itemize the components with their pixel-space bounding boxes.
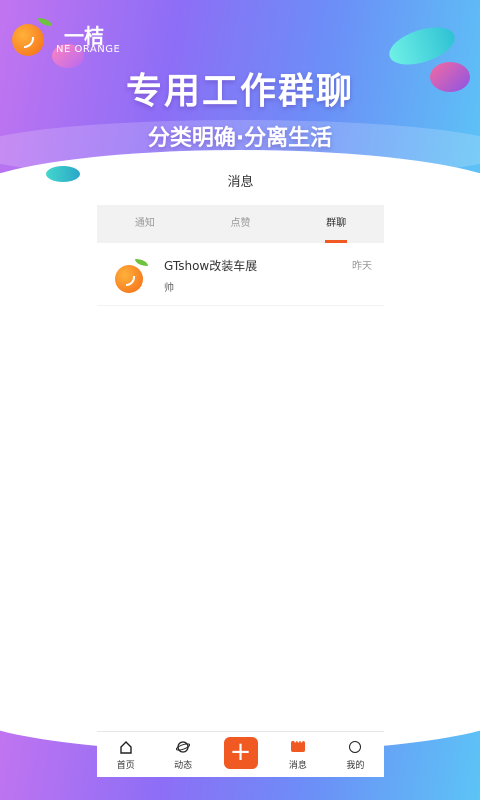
- nav-label: 我的: [346, 761, 365, 771]
- nav-label: 消息: [288, 761, 307, 771]
- leaf-icon: [135, 259, 148, 266]
- orange-icon: [12, 24, 44, 56]
- list-item[interactable]: GTshow改装车展 昨天 帅: [97, 243, 384, 306]
- page-title: 消息: [227, 175, 254, 190]
- tab-notifications[interactable]: 通知: [97, 205, 193, 243]
- leaf-icon: [38, 18, 52, 26]
- nav-profile[interactable]: 我的: [327, 732, 384, 777]
- nav-feed[interactable]: 动态: [154, 732, 211, 777]
- logo-subtitle: NE ORANGE: [56, 44, 121, 55]
- message-panel: 消息 通知 点赞 群聊 GTshow改装车展 昨天 帅: [97, 160, 384, 310]
- tab-group-chat[interactable]: 群聊: [288, 205, 384, 243]
- decorative-blob: [46, 166, 80, 182]
- avatar: [115, 259, 149, 293]
- nav-label: 首页: [116, 761, 135, 771]
- chat-preview: 帅: [164, 283, 174, 294]
- nav-add[interactable]: +: [212, 732, 269, 777]
- chat-name: GTshow改装车展: [164, 259, 258, 273]
- message-tabs: 通知 点赞 群聊: [97, 205, 384, 243]
- tab-likes[interactable]: 点赞: [193, 205, 289, 243]
- app-logo: 一桔 NE ORANGE: [12, 18, 124, 58]
- nav-label: 动态: [174, 761, 193, 771]
- profile-icon: [348, 740, 362, 754]
- banner-headline: 专用工作群聊: [125, 71, 354, 112]
- add-button[interactable]: +: [223, 737, 258, 769]
- orange-icon: [115, 265, 143, 293]
- banner-subline: 分类明确·分离生活: [147, 126, 333, 151]
- nav-messages[interactable]: 消息: [269, 732, 326, 777]
- chat-time: 昨天: [352, 261, 372, 272]
- bottom-navbar: 首页 动态 + 消息 我的: [97, 731, 384, 777]
- home-icon: [119, 740, 133, 754]
- orbit-icon: [176, 740, 191, 754]
- nav-home[interactable]: 首页: [97, 732, 154, 777]
- message-icon: [290, 738, 305, 754]
